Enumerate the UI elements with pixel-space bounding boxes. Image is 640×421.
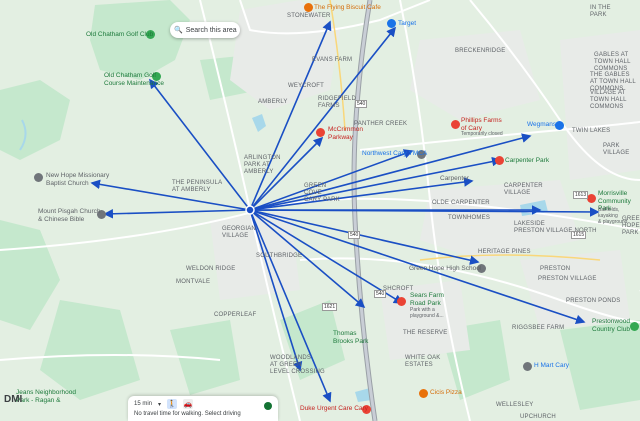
road-shield: 540: [348, 231, 361, 239]
search-icon: 🔍: [174, 27, 183, 34]
area-label: GREEN COVE CARY PARK: [304, 183, 340, 203]
poi-label[interactable]: H Mart Cary: [534, 362, 569, 370]
poi-label[interactable]: Cicis Pizza: [430, 389, 462, 397]
poi-subtitle: Park with a playground &...: [410, 307, 444, 319]
driving-mode-icon[interactable]: 🚗: [183, 399, 194, 409]
poi-label[interactable]: The Flying Biscuit Cafe: [314, 4, 381, 12]
poi-label[interactable]: Wegmans: [527, 121, 556, 129]
poi-label[interactable]: Carpenter Park: [505, 157, 549, 165]
area-label: RIGGSBEE FARM: [512, 325, 565, 331]
poi-pin-icon[interactable]: [587, 194, 596, 203]
walking-mode-icon[interactable]: 🚶: [167, 399, 178, 409]
road-shield: 540: [355, 100, 368, 108]
poi-subtitle: Ballfields, kayaking & playground: [598, 207, 628, 225]
area-label: WEYCROFT: [288, 83, 324, 89]
area-label: TWIN LAKES: [572, 128, 611, 134]
area-label: EVANS FARM: [312, 57, 353, 63]
poi-label[interactable]: Old Chatham Golf Course Maintenance: [104, 72, 164, 87]
area-label: THE PENINSULA AT AMBERLY: [172, 180, 223, 193]
area-label: MONTVALE: [176, 279, 211, 285]
poi-label[interactable]: Duke Urgent Care Cary: [300, 405, 368, 413]
area-label: COPPERLEAF: [214, 312, 257, 318]
poi-label[interactable]: New Hope Missionary Baptist Church: [46, 172, 109, 187]
road-shield: 540: [374, 290, 387, 298]
poi-pin-icon[interactable]: [34, 173, 43, 182]
poi-label[interactable]: Prestonwood Country Club: [592, 318, 630, 333]
area-label: TOWNHOMES: [448, 215, 491, 221]
area-label: THE RESERVE: [403, 330, 448, 336]
area-label: RIDGEFIELD FARMS: [318, 96, 357, 109]
area-label: PRESTON: [540, 266, 571, 272]
road-shield: 1621: [322, 303, 338, 311]
area-label: STONEWATER: [287, 13, 331, 19]
poi-pin-icon[interactable]: [495, 156, 504, 165]
area-label: AMBERLY: [258, 99, 288, 105]
poi-label[interactable]: Thomas Brooks Park: [333, 330, 368, 345]
poi-label[interactable]: Jeans Neighborhood Park - Ragan &: [16, 389, 76, 404]
origin-marker[interactable]: [245, 205, 255, 215]
poi-pin-icon[interactable]: [451, 120, 460, 129]
poi-pin-icon[interactable]: [316, 128, 325, 137]
area-label: UPCHURCH: [520, 414, 556, 420]
area-label: HERITAGE PINES: [478, 249, 531, 255]
area-label: Carpenter: [440, 175, 469, 182]
poi-pin-icon[interactable]: [630, 322, 639, 331]
area-label: PRESTON VILLAGE: [538, 276, 597, 282]
area-label: VILLAGE AT TOWN HALL COMMONS: [590, 90, 627, 110]
search-this-area-label: Search this area: [185, 26, 237, 34]
search-this-area-button[interactable]: 🔍 Search this area: [170, 22, 240, 38]
area-label: PARK VILLAGE: [603, 143, 630, 156]
poi-pin-icon[interactable]: [304, 3, 313, 12]
road-shield: 1615: [571, 231, 587, 239]
area-label: OLDE CARPENTER: [432, 200, 490, 206]
area-label: GEORGIAN VILLAGE: [222, 226, 256, 239]
poi-label[interactable]: Northwest Cary YMCA: [362, 150, 427, 158]
area-label: GABLES AT TOWN HALL COMMONS: [594, 52, 631, 72]
logo: DMI: [4, 394, 23, 405]
area-label: SHCROFT: [383, 286, 414, 292]
poi-label[interactable]: Target: [398, 20, 416, 28]
area-label: BRECKENRIDGE: [455, 48, 506, 54]
poi-label[interactable]: McCrimmon Parkway: [328, 126, 363, 141]
area-label: ARLINGTON PARK AT AMBERLY: [244, 155, 281, 175]
travel-time-select[interactable]: 15 min: [134, 401, 152, 407]
poi-label[interactable]: Mount Pisgah Church & Chinese Bible: [38, 208, 101, 223]
area-label: WOODLANDS AT GREEN LEVEL CROSSING: [270, 355, 325, 375]
poi-label[interactable]: Old Chatham Golf Club: [86, 31, 153, 39]
travel-time-note: No travel time for walking. Select drivi…: [134, 411, 241, 417]
road-shield: 1613: [573, 191, 589, 199]
poi-label[interactable]: Green Hope High School: [409, 265, 481, 273]
poi-label[interactable]: Sears Farm Road Park: [410, 292, 444, 307]
area-label: WHITE OAK ESTATES: [405, 355, 441, 368]
poi-pin-icon[interactable]: [387, 19, 396, 28]
area-label: WELDON RIDGE: [186, 266, 236, 272]
poi-label[interactable]: Phillips Farms of Cary: [461, 117, 502, 132]
area-label: WELLESLEY: [496, 402, 534, 408]
travel-time-panel: 15 min ▾ 🚶 🚗 No travel time for walking.…: [128, 396, 278, 421]
status-dot[interactable]: [264, 402, 272, 410]
area-label: IN THE PARK: [590, 5, 611, 18]
area-label: SOUTHBRIDGE: [256, 253, 303, 259]
area-label: CARPENTER VILLAGE: [504, 183, 543, 196]
area-label: PRESTON PONDS: [566, 298, 621, 304]
chevron-down-icon[interactable]: ▾: [158, 401, 161, 408]
poi-subtitle: Temporarily closed: [461, 131, 503, 137]
poi-pin-icon[interactable]: [523, 362, 532, 371]
poi-pin-icon[interactable]: [555, 121, 564, 130]
poi-pin-icon[interactable]: [397, 297, 406, 306]
poi-pin-icon[interactable]: [419, 389, 428, 398]
